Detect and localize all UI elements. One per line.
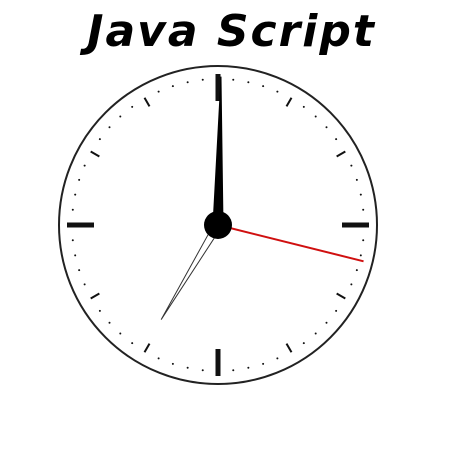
minute-dot bbox=[83, 283, 86, 286]
minute-dot bbox=[325, 126, 328, 129]
minute-dot bbox=[74, 193, 77, 196]
minute-dot bbox=[350, 164, 353, 167]
analog-clock bbox=[0, 0, 451, 451]
minute-dot bbox=[355, 178, 358, 181]
minute-dot bbox=[335, 138, 338, 141]
minute-dot bbox=[108, 126, 111, 129]
minute-dot bbox=[98, 309, 101, 312]
minute-dot bbox=[171, 85, 174, 88]
minute-dot bbox=[276, 90, 279, 93]
minute-dot bbox=[171, 362, 174, 365]
minute-dot bbox=[98, 138, 101, 141]
minute-dot bbox=[119, 332, 122, 335]
minute-dot bbox=[302, 342, 305, 345]
minute-dot bbox=[276, 357, 279, 360]
minute-dot bbox=[232, 369, 235, 372]
minute-dot bbox=[71, 239, 74, 242]
minute-dot bbox=[359, 254, 362, 257]
minute-dot bbox=[74, 254, 77, 257]
clock-hub bbox=[204, 211, 232, 239]
minute-dot bbox=[108, 321, 111, 324]
minute-dot bbox=[359, 193, 362, 196]
minute-dot bbox=[131, 342, 134, 345]
minute-dot bbox=[314, 332, 317, 335]
minute-dot bbox=[314, 115, 317, 118]
minute-dot bbox=[78, 178, 81, 181]
minute-dot bbox=[335, 309, 338, 312]
minute-dot bbox=[186, 81, 189, 84]
minute-dot bbox=[157, 357, 160, 360]
minute-dot bbox=[201, 369, 204, 372]
minute-dot bbox=[83, 164, 86, 167]
minute-dot bbox=[302, 105, 305, 108]
minute-dot bbox=[350, 283, 353, 286]
minute-dot bbox=[201, 78, 204, 81]
minute-dot bbox=[131, 105, 134, 108]
minute-dot bbox=[355, 269, 358, 272]
minute-dot bbox=[71, 208, 74, 211]
minute-dot bbox=[78, 269, 81, 272]
minute-dot bbox=[262, 85, 265, 88]
minute-dot bbox=[232, 78, 235, 81]
minute-dot bbox=[362, 239, 365, 242]
clock-face bbox=[58, 65, 378, 385]
minute-dot bbox=[247, 366, 250, 369]
minute-dot bbox=[186, 366, 189, 369]
minute-dot bbox=[362, 208, 365, 211]
minute-dot bbox=[247, 81, 250, 84]
minute-dot bbox=[157, 90, 160, 93]
minute-dot bbox=[119, 115, 122, 118]
minute-dot bbox=[325, 321, 328, 324]
minute-dot bbox=[262, 362, 265, 365]
